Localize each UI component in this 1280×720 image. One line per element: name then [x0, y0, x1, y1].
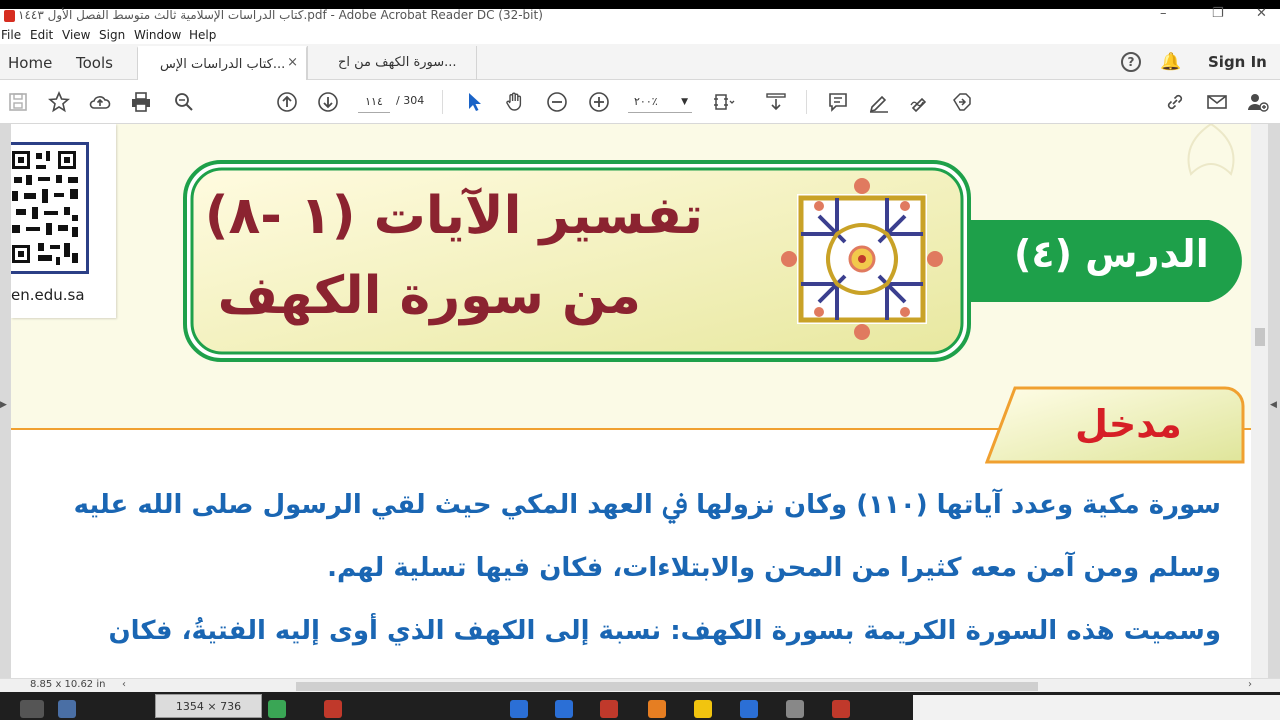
- toolbar-divider-2: [806, 90, 807, 114]
- save-icon[interactable]: [6, 90, 30, 114]
- tab-document-2[interactable]: سورة الكهف من اح...: [307, 46, 477, 80]
- vertical-scroll-thumb[interactable]: [1255, 328, 1265, 346]
- qr-code-image: [11, 145, 86, 271]
- resolution-readout: 1354 × 736: [155, 694, 262, 718]
- taskbar-orange-icon[interactable]: [648, 700, 666, 718]
- title-panel: تفسير الآيات (١ -٨) من سورة الكهف: [183, 160, 971, 362]
- taskbar-gray-icon[interactable]: [786, 700, 804, 718]
- title-bar: كتاب الدراسات الإسلامية ثالث متوسط الفصل…: [0, 0, 1280, 26]
- tab-bar: Home Tools كتاب الدراسات الإس... × سورة …: [0, 44, 1280, 80]
- page-number-input[interactable]: ١١٤: [358, 93, 390, 113]
- taskbar: 1354 × 736: [0, 692, 1280, 720]
- maximize-icon[interactable]: ❐: [1212, 6, 1224, 21]
- qr-card: en.edu.sa: [11, 124, 116, 318]
- taskbar-red-icon[interactable]: [600, 700, 618, 718]
- taskbar-browser-icon[interactable]: [740, 700, 758, 718]
- menu-bar: File Edit View Sign Window Help: [0, 26, 1280, 44]
- taskbar-blue-icon[interactable]: [510, 700, 528, 718]
- chevron-down-icon: ▼: [681, 97, 688, 107]
- email-icon[interactable]: [1205, 90, 1229, 114]
- tab-document-2-label: سورة الكهف من اح...: [338, 55, 457, 70]
- tab-home[interactable]: Home: [8, 54, 52, 72]
- next-page-icon[interactable]: [316, 90, 340, 114]
- taskbar-acrobat-icon[interactable]: [832, 700, 850, 718]
- right-pane-handle-icon[interactable]: ◀: [1270, 400, 1277, 410]
- heading-line-1: تفسير الآيات (١ -٨): [204, 186, 703, 246]
- highlight-pen-icon[interactable]: [867, 90, 891, 114]
- tab-document-label: كتاب الدراسات الإس...: [160, 57, 286, 72]
- toolbar: ١١٤ / 304 ٢٠٠٪ ▼: [0, 80, 1280, 124]
- print-icon[interactable]: [129, 90, 153, 114]
- page-size: 8.85 x 10.62 in: [30, 679, 106, 690]
- taskbar-green-icon[interactable]: [268, 700, 286, 718]
- previous-page-icon[interactable]: [275, 90, 299, 114]
- url-text[interactable]: en.edu.sa: [11, 286, 85, 304]
- arabesque-emblem-icon: [781, 178, 943, 340]
- share-edit-icon[interactable]: [950, 90, 974, 114]
- zoom-out-icon[interactable]: [545, 90, 569, 114]
- link-icon[interactable]: [1163, 90, 1187, 114]
- heading-line-2: من سورة الكهف: [217, 266, 641, 326]
- qr-code[interactable]: [11, 142, 89, 274]
- intro-label: مدخل: [1075, 402, 1182, 446]
- body-line-3: وسميت هذه السورة الكريمة بسورة الكهف: نس…: [108, 616, 1221, 646]
- upload-cloud-icon[interactable]: [88, 90, 112, 114]
- taskbar-app-icon[interactable]: [20, 700, 44, 718]
- taskbar-folder-icon[interactable]: [694, 700, 712, 718]
- tab-document-active[interactable]: كتاب الدراسات الإس... ×: [137, 46, 307, 80]
- menu-view[interactable]: View: [62, 28, 90, 42]
- toolbar-divider: [442, 90, 443, 114]
- page-fit-icon[interactable]: [712, 90, 736, 114]
- sign-in-button[interactable]: Sign In: [1208, 53, 1267, 71]
- close-tab-icon[interactable]: ×: [287, 55, 298, 70]
- horizontal-scrollbar[interactable]: ‹ ›: [118, 679, 1252, 692]
- body-line-2: وسلم ومن آمن معه كثيرا من المحن والابتلا…: [327, 553, 1221, 583]
- scroll-mode-icon[interactable]: [764, 90, 788, 114]
- taskbar-blue-icon-2[interactable]: [555, 700, 573, 718]
- scroll-right-icon[interactable]: ›: [1248, 679, 1252, 690]
- window-title: كتاب الدراسات الإسلامية ثالث متوسط الفصل…: [18, 8, 543, 22]
- menu-file[interactable]: File: [1, 28, 21, 42]
- minimize-icon[interactable]: –: [1160, 6, 1167, 21]
- zoom-level-value: ٢٠٠٪: [634, 95, 658, 108]
- horizontal-scroll-thumb[interactable]: [296, 682, 1038, 691]
- taskbar-tray: [913, 695, 1280, 720]
- zoom-in-icon[interactable]: [587, 90, 611, 114]
- search-zoom-icon[interactable]: [172, 90, 196, 114]
- hand-tool-icon[interactable]: [503, 90, 527, 114]
- draw-sign-icon[interactable]: [908, 90, 932, 114]
- bell-icon[interactable]: 🔔: [1160, 52, 1181, 72]
- scroll-left-icon[interactable]: ‹: [122, 679, 126, 690]
- taskbar-close-icon[interactable]: [324, 700, 342, 718]
- menu-sign[interactable]: Sign: [99, 28, 125, 42]
- menu-edit[interactable]: Edit: [30, 28, 53, 42]
- tab-tools[interactable]: Tools: [76, 54, 113, 72]
- zoom-level-select[interactable]: ٢٠٠٪ ▼: [628, 93, 692, 113]
- acrobat-window: كتاب الدراسات الإسلامية ثالث متوسط الفصل…: [0, 0, 1280, 720]
- help-icon[interactable]: ?: [1121, 52, 1141, 72]
- select-cursor-icon[interactable]: [462, 90, 486, 114]
- comment-icon[interactable]: [826, 90, 850, 114]
- add-user-icon[interactable]: [1246, 90, 1270, 114]
- document-viewport[interactable]: en.edu.sa الدرس (٤) تفسير الآيات (١ -٨) …: [0, 124, 1280, 678]
- taskbar-camera-icon[interactable]: [58, 700, 76, 718]
- page-total: / 304: [396, 94, 425, 107]
- status-bar: 8.85 x 10.62 in ‹ ›: [0, 678, 1280, 692]
- background-ornament: [1187, 124, 1235, 176]
- bookmark-star-icon[interactable]: [47, 90, 71, 114]
- left-pane-handle-icon[interactable]: ▶: [0, 400, 7, 410]
- body-line-1: سورة مكية وعدد آياتها (١١٠) وكان نزولها …: [73, 490, 1221, 520]
- vertical-scrollbar[interactable]: [1251, 124, 1268, 678]
- menu-window[interactable]: Window: [134, 28, 181, 42]
- lesson-label: الدرس (٤): [1014, 232, 1209, 276]
- menu-help[interactable]: Help: [189, 28, 216, 42]
- pdf-page: en.edu.sa الدرس (٤) تفسير الآيات (١ -٨) …: [11, 124, 1251, 678]
- acrobat-app-icon: [4, 10, 15, 22]
- close-window-icon[interactable]: ✕: [1256, 6, 1267, 21]
